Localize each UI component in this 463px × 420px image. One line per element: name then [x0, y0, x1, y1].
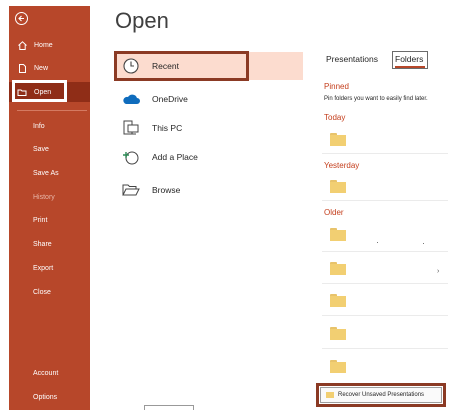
sidebar-item-label: Save: [33, 145, 49, 153]
location-add-place[interactable]: Add a Place: [115, 143, 303, 171]
sidebar-item-label: Options: [33, 393, 58, 401]
folder-item[interactable]: [330, 180, 346, 193]
row-divider: [322, 153, 448, 154]
sidebar-item-close[interactable]: Close: [9, 282, 90, 302]
chevron-right-icon[interactable]: ›: [437, 268, 439, 275]
location-label: This PC: [152, 123, 183, 133]
location-onedrive[interactable]: OneDrive: [115, 85, 303, 113]
computer-icon: [120, 117, 142, 139]
sidebar-item-info[interactable]: Info: [9, 116, 90, 136]
new-document-icon: [17, 63, 28, 74]
folder-item[interactable]: [330, 133, 346, 146]
sidebar-item-label: Close: [33, 288, 51, 296]
row-divider: [322, 251, 448, 252]
folder-item[interactable]: [330, 294, 346, 307]
page-title: Open: [115, 8, 169, 33]
folder-path-fragment: [377, 242, 378, 243]
back-arrow-icon[interactable]: [15, 12, 28, 25]
sidebar-divider: [17, 110, 87, 111]
folder-path-fragment: [423, 243, 424, 244]
sidebar-item-print[interactable]: Print: [9, 210, 90, 230]
sidebar-item-save[interactable]: Save: [9, 139, 90, 159]
folder-item[interactable]: [330, 360, 346, 373]
cloud-icon: [120, 88, 142, 110]
sidebar-item-save-as[interactable]: Save As: [9, 163, 90, 183]
location-label: Browse: [152, 185, 181, 195]
open-highlight-box: [12, 80, 67, 102]
row-divider: [322, 283, 448, 284]
section-older: Older: [324, 208, 344, 217]
tab-presentations[interactable]: Presentations: [326, 54, 378, 64]
row-divider: [322, 348, 448, 349]
sidebar-item-label: Print: [33, 216, 48, 224]
section-pinned: Pinned: [324, 82, 349, 91]
sidebar-item-label: Info: [33, 122, 45, 130]
add-place-icon: [120, 146, 142, 168]
sidebar-item-label: New: [34, 64, 49, 72]
sidebar-item-options[interactable]: Options: [9, 387, 90, 407]
row-divider: [322, 200, 448, 201]
row-divider: [322, 315, 448, 316]
location-label: OneDrive: [152, 94, 188, 104]
sidebar-item-account[interactable]: Account: [9, 363, 90, 383]
pinned-hint: Pin folders you want to easily find late…: [324, 96, 428, 102]
sidebar-item-history: History: [9, 187, 90, 207]
sidebar-item-label: Home: [34, 41, 53, 49]
home-icon: [17, 40, 28, 51]
sidebar-item-label: Save As: [33, 169, 59, 177]
scrollbar[interactable]: [144, 405, 194, 410]
backstage-sidebar: Home New Open Info Save Save As History …: [9, 6, 90, 410]
section-yesterday: Yesterday: [324, 161, 360, 170]
sidebar-item-new[interactable]: New: [9, 58, 90, 78]
sidebar-item-label: Share: [33, 240, 52, 248]
folder-open-icon: [120, 179, 142, 201]
recover-highlight-box: [316, 383, 446, 407]
folder-item[interactable]: [330, 228, 346, 241]
folder-item[interactable]: [330, 327, 346, 340]
folders-focus-box: [392, 51, 428, 69]
section-today: Today: [324, 113, 346, 122]
location-this-pc[interactable]: This PC: [115, 114, 303, 142]
location-browse[interactable]: Browse: [115, 176, 303, 204]
sidebar-item-export[interactable]: Export: [9, 258, 90, 278]
folder-item[interactable]: [330, 262, 346, 275]
sidebar-item-home[interactable]: Home: [9, 35, 90, 55]
sidebar-item-label: Account: [33, 369, 59, 377]
location-label: Add a Place: [152, 152, 198, 162]
sidebar-item-label: History: [33, 193, 55, 201]
sidebar-item-label: Export: [33, 264, 54, 272]
recent-highlight-box: [114, 51, 249, 81]
sidebar-item-share[interactable]: Share: [9, 234, 90, 254]
